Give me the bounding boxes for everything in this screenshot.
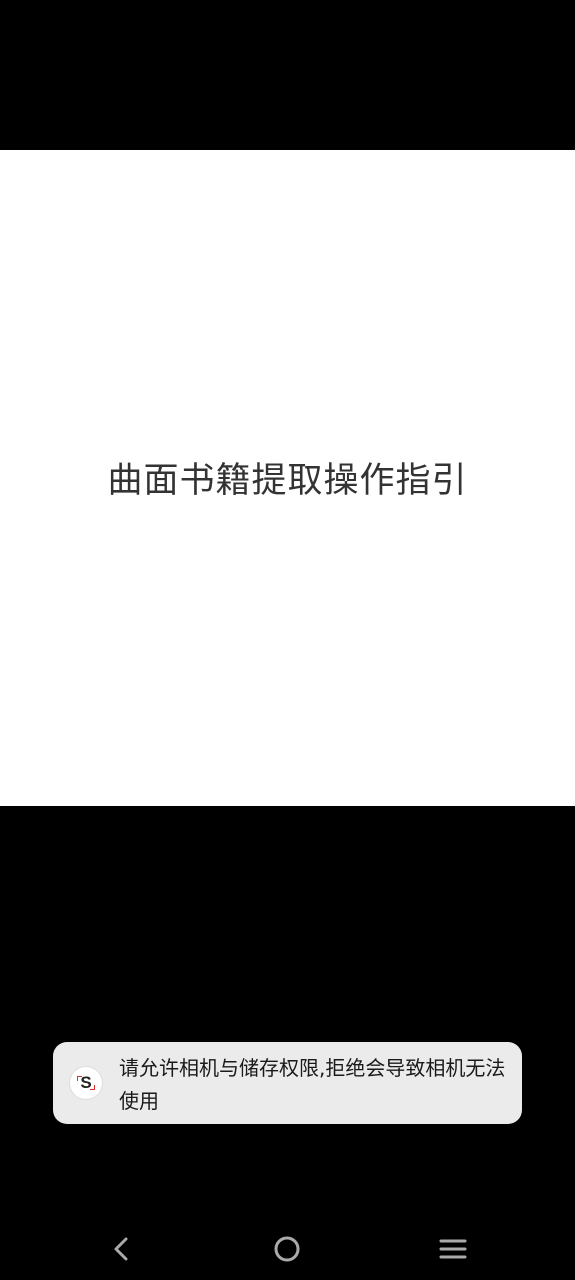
guide-panel[interactable]: 曲面书籍提取操作指引 — [0, 150, 575, 806]
menu-button[interactable] — [436, 1232, 470, 1266]
circle-home-icon — [274, 1236, 300, 1262]
top-black-area — [0, 0, 575, 150]
app-logo-letter: S — [80, 1073, 92, 1092]
app-logo-icon: S — [70, 1067, 102, 1099]
app-screen: 曲面书籍提取操作指引 S 请允许相机与储存权限,拒绝会导致相机无法使用 — [0, 0, 575, 1280]
home-button[interactable] — [270, 1232, 304, 1266]
guide-title: 曲面书籍提取操作指引 — [107, 460, 468, 501]
chevron-left-icon — [114, 1237, 128, 1261]
system-navigation-bar — [0, 1218, 575, 1280]
permission-toast: S 请允许相机与储存权限,拒绝会导致相机无法使用 — [53, 1042, 522, 1124]
toast-message: 请允许相机与储存权限,拒绝会导致相机无法使用 — [119, 1056, 506, 1113]
back-button[interactable] — [105, 1232, 139, 1266]
three-lines-menu-icon — [439, 1239, 467, 1259]
